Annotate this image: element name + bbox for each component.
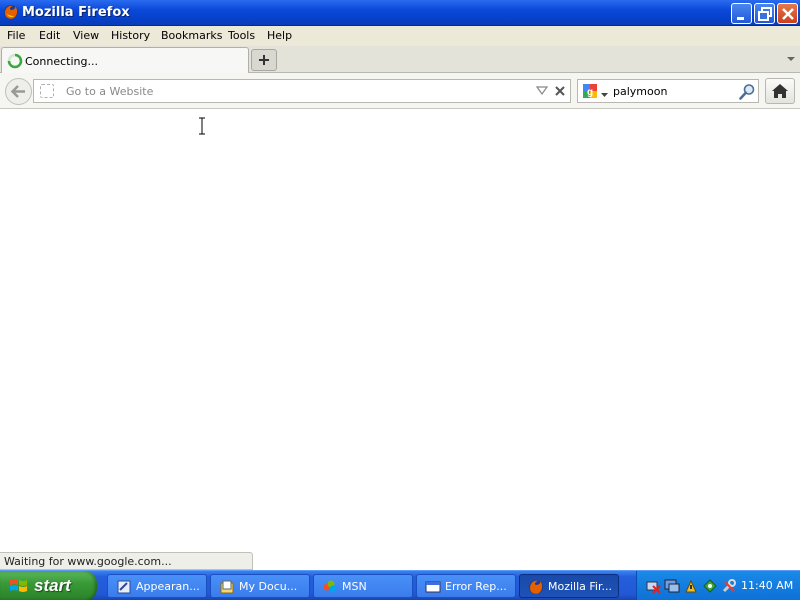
start-label: start xyxy=(34,576,71,595)
page-content[interactable] xyxy=(0,110,800,570)
url-bar[interactable] xyxy=(33,79,571,103)
taskbar-item-appearance[interactable]: Appearan... xyxy=(107,574,207,598)
menu-view[interactable]: View xyxy=(73,29,99,42)
tools-icon[interactable] xyxy=(721,578,737,597)
clock: 11:40 AM xyxy=(741,579,794,592)
history-dropdown-icon[interactable] xyxy=(535,86,549,99)
magnifier-icon[interactable] xyxy=(738,83,756,104)
restore-icon xyxy=(758,7,772,21)
new-tab-button[interactable] xyxy=(251,49,277,71)
text-cursor-icon xyxy=(198,117,206,138)
update-icon[interactable] xyxy=(702,578,718,597)
taskbar-item-msn[interactable]: MSN xyxy=(313,574,413,598)
search-input[interactable] xyxy=(613,83,733,99)
taskbar-item-label: My Docu... xyxy=(239,580,298,593)
url-input[interactable] xyxy=(66,83,526,99)
error-report-icon xyxy=(425,581,441,593)
status-panel: Waiting for www.google.com... xyxy=(0,552,253,570)
menu-edit[interactable]: Edit xyxy=(39,29,60,42)
taskbar-item-label: Error Rep... xyxy=(445,580,507,593)
appearance-icon xyxy=(117,580,131,594)
menu-bar: File Edit View History Bookmarks Tools H… xyxy=(0,26,800,46)
taskbar-item-error-report[interactable]: Error Rep... xyxy=(416,574,516,598)
firefox-icon xyxy=(3,4,19,23)
status-text: Waiting for www.google.com... xyxy=(4,555,172,568)
back-button[interactable] xyxy=(5,78,32,105)
taskbar-item-label: Mozilla Fir... xyxy=(548,580,612,593)
loading-spinner-icon xyxy=(7,53,23,72)
site-identity-icon[interactable] xyxy=(40,84,54,98)
minimize-button[interactable] xyxy=(731,3,752,24)
system-tray: 11:40 AM xyxy=(636,571,800,600)
tab-strip: Connecting... xyxy=(0,46,800,73)
taskbar-item-label: Appearan... xyxy=(136,580,200,593)
taskbar: start Appearan... My Docu... MSN Error R… xyxy=(0,570,800,600)
firefox-icon xyxy=(529,580,543,594)
documents-icon xyxy=(220,580,234,594)
start-button[interactable]: start xyxy=(0,571,97,600)
taskbar-item-label: MSN xyxy=(342,580,367,593)
minimize-icon xyxy=(737,17,744,20)
taskbar-item-my-documents[interactable]: My Docu... xyxy=(210,574,310,598)
close-button[interactable] xyxy=(777,3,798,24)
plus-icon xyxy=(259,55,269,65)
window-title: Mozilla Firefox xyxy=(22,5,130,20)
tab-label: Connecting... xyxy=(25,55,98,68)
menu-help[interactable]: Help xyxy=(267,29,292,42)
windows-flag-icon xyxy=(10,579,27,592)
restore-button[interactable] xyxy=(754,3,775,24)
menu-file[interactable]: File xyxy=(7,29,25,42)
close-icon xyxy=(782,8,794,20)
stop-icon[interactable] xyxy=(554,85,566,100)
monitor-icon[interactable] xyxy=(664,578,680,597)
menu-tools[interactable]: Tools xyxy=(228,29,255,42)
search-bar[interactable]: g xyxy=(577,79,759,103)
taskbar-item-firefox[interactable]: Mozilla Fir... xyxy=(519,574,619,598)
title-bar[interactable]: Mozilla Firefox xyxy=(0,0,800,26)
home-icon xyxy=(772,84,788,98)
google-icon[interactable]: g xyxy=(582,83,598,102)
network-x-icon[interactable] xyxy=(645,578,661,597)
list-all-tabs-icon[interactable] xyxy=(786,54,796,66)
msn-icon xyxy=(323,580,337,593)
engine-dropdown-icon[interactable] xyxy=(601,89,608,101)
navigation-toolbar: g xyxy=(0,73,800,109)
menu-history[interactable]: History xyxy=(111,29,150,42)
svg-text:g: g xyxy=(587,87,593,98)
back-arrow-icon xyxy=(10,85,25,98)
menu-bookmarks[interactable]: Bookmarks xyxy=(161,29,222,42)
security-icon[interactable] xyxy=(683,578,699,597)
tab-connecting[interactable]: Connecting... xyxy=(1,47,249,73)
home-button[interactable] xyxy=(765,78,795,104)
